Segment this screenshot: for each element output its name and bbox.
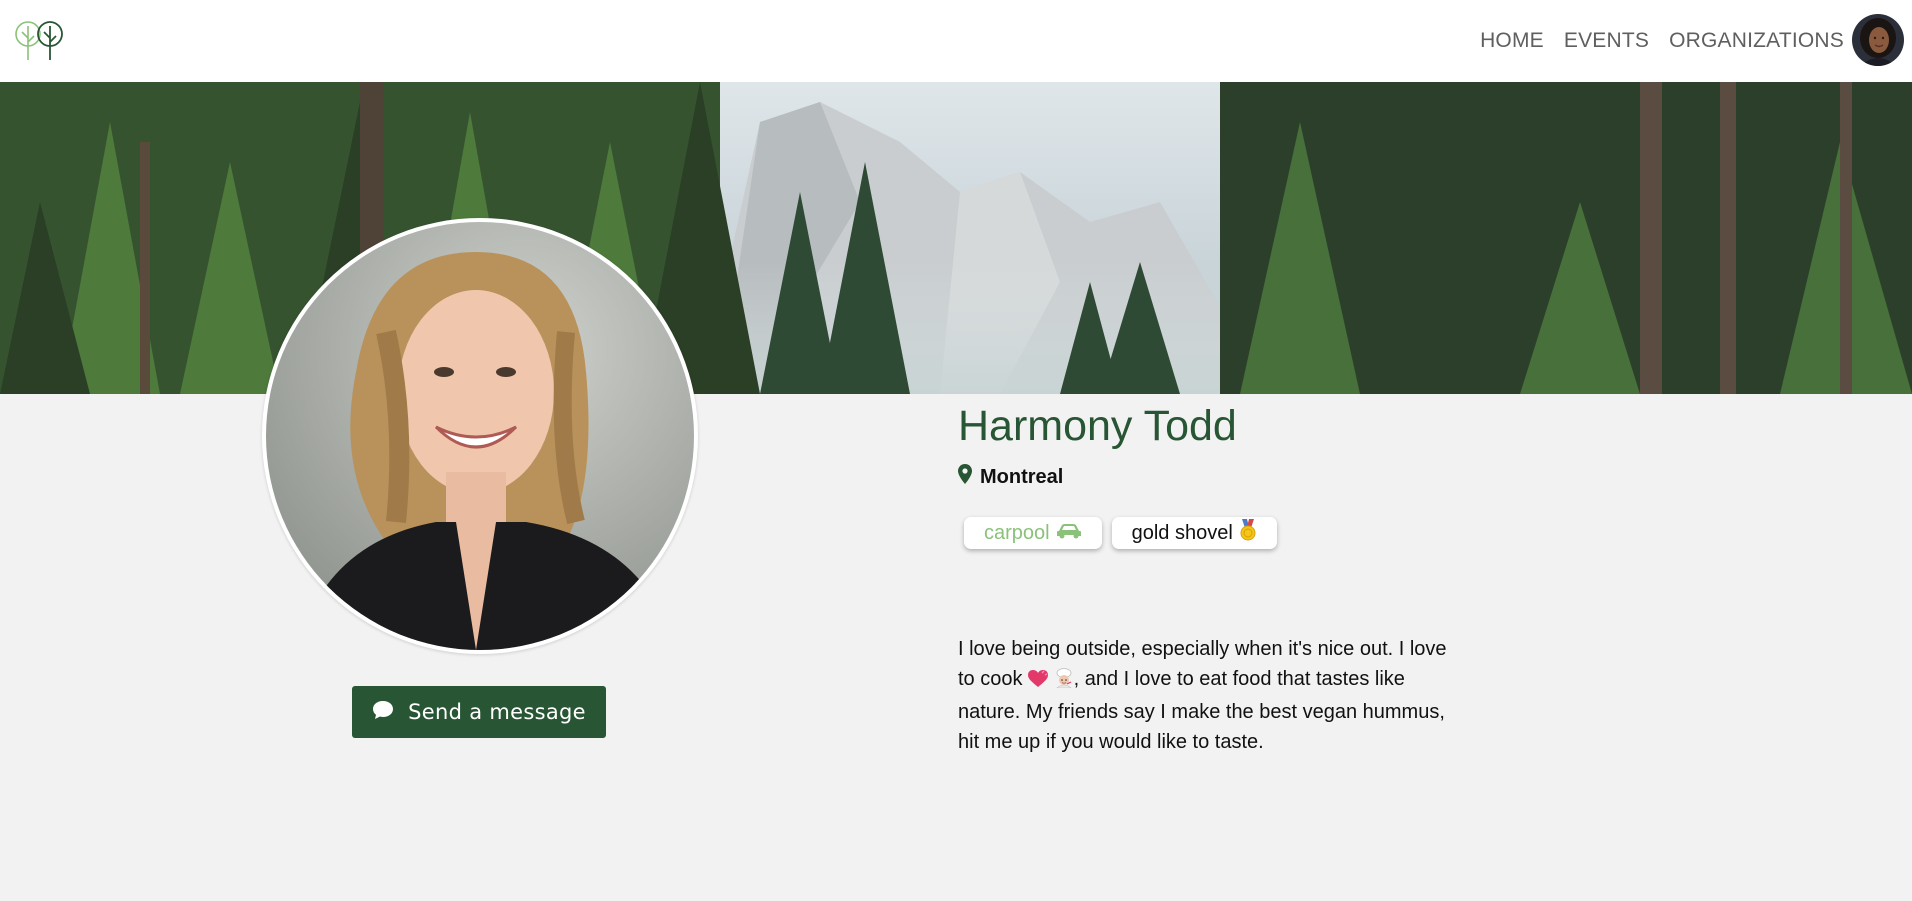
nav-organizations-link[interactable]: ORGANIZATIONS [1669, 29, 1844, 53]
chat-bubble-icon [372, 700, 394, 725]
profile-photo [262, 218, 698, 654]
nav-links: HOME EVENTS ORGANIZATIONS [1480, 0, 1844, 82]
badge-label: gold shovel [1131, 521, 1233, 544]
heart-icon [1028, 667, 1049, 697]
badge-label: carpool [984, 521, 1050, 544]
top-navbar: HOME EVENTS ORGANIZATIONS [0, 0, 1912, 82]
send-message-label: Send a message [408, 700, 586, 724]
profile-badges: carpool gold shovel [964, 517, 1277, 549]
map-pin-icon [958, 464, 972, 490]
nav-home-link[interactable]: HOME [1480, 29, 1544, 53]
car-icon [1056, 522, 1082, 545]
location-label: Montreal [980, 465, 1064, 488]
nav-events-link[interactable]: EVENTS [1564, 29, 1649, 53]
trees-logo-icon[interactable] [12, 18, 68, 64]
profile-name: Harmony Todd [958, 402, 1237, 450]
user-avatar[interactable] [1852, 14, 1904, 66]
send-message-button[interactable]: Send a message [352, 686, 606, 738]
chef-icon [1054, 667, 1074, 697]
profile-bio: I love being outside, especially when it… [958, 634, 1458, 757]
badge-gold-shovel[interactable]: gold shovel [1111, 517, 1277, 549]
medal-icon [1239, 519, 1257, 547]
badge-carpool[interactable]: carpool [964, 517, 1102, 549]
profile-location: Montreal [958, 464, 1063, 490]
